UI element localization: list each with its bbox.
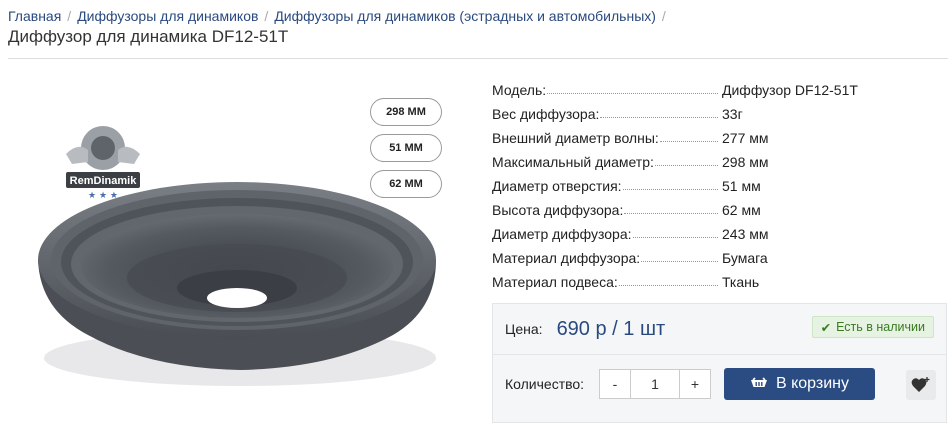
- spec-name: Максимальный диаметр:: [492, 154, 654, 170]
- quantity-increase-button[interactable]: +: [679, 370, 710, 398]
- price-value: 690 р / 1 шт: [556, 317, 666, 340]
- spec-value: 33г: [722, 106, 743, 122]
- cart-icon: [750, 377, 767, 387]
- svg-text:★ ★ ★: ★ ★ ★: [88, 191, 118, 201]
- specs-table: Модель: Диффузор DF12-51T Вес диффузора:…: [492, 78, 947, 294]
- spec-name: Диаметр диффузора:: [492, 226, 632, 242]
- breadcrumb-separator: /: [67, 8, 72, 24]
- spec-value: Бумага: [722, 250, 768, 266]
- spec-value: Диффузор DF12-51T: [722, 82, 858, 98]
- spec-value: 298 мм: [722, 154, 769, 170]
- size-badge-hole-diameter: 51 ММ: [370, 134, 442, 162]
- spec-name: Диаметр отверстия:: [492, 178, 622, 194]
- breadcrumb-separator: /: [661, 8, 666, 24]
- spec-name: Высота диффузора:: [492, 202, 624, 218]
- stock-badge: ✔ Есть в наличии: [811, 316, 934, 338]
- spec-value: 51 мм: [722, 178, 761, 194]
- breadcrumb-diffusers[interactable]: Диффузоры для динамиков: [77, 8, 258, 24]
- breadcrumb-home[interactable]: Главная: [8, 8, 61, 24]
- spec-row-outer-wave-diameter: Внешний диаметр волны: 277 мм: [492, 126, 947, 150]
- buy-box: Цена: 690 р / 1 шт ✔ Есть в наличии Коли…: [492, 303, 947, 423]
- quantity-decrease-button[interactable]: -: [600, 370, 631, 398]
- add-to-cart-button[interactable]: В корзину: [724, 368, 875, 400]
- spec-value: 62 мм: [722, 202, 761, 218]
- spec-row-max-diameter: Максимальный диаметр: 298 мм: [492, 150, 947, 174]
- spec-value: 243 мм: [722, 226, 769, 242]
- spec-name: Вес диффузора:: [492, 106, 600, 122]
- spec-row-cone-diameter: Диаметр диффузора: 243 мм: [492, 222, 947, 246]
- spec-row-model: Модель: Диффузор DF12-51T: [492, 78, 947, 102]
- price-row: Цена: 690 р / 1 шт ✔ Есть в наличии: [505, 316, 934, 342]
- spec-row-hole-diameter: Диаметр отверстия: 51 мм: [492, 174, 947, 198]
- spec-name: Материал диффузора:: [492, 250, 641, 266]
- quantity-label: Количество:: [505, 376, 585, 392]
- breadcrumb: Главная / Диффузоры для динамиков / Диффузор…: [8, 8, 672, 24]
- remdinamik-logo: RemDinamik ★ ★ ★: [58, 122, 148, 204]
- svg-text:RemDinamik: RemDinamik: [70, 175, 138, 187]
- breadcrumb-diffusers-stage-auto[interactable]: Диффузоры для динамиков (эстрадных и авт…: [274, 8, 656, 24]
- divider: [8, 58, 948, 59]
- check-icon: ✔: [820, 320, 832, 335]
- spec-row-surround-material: Материал подвеса: Ткань: [492, 270, 947, 294]
- size-badge-height: 62 ММ: [370, 170, 442, 198]
- add-to-wishlist-button[interactable]: [906, 370, 936, 400]
- spec-value: 277 мм: [722, 130, 769, 146]
- divider: [493, 354, 946, 355]
- breadcrumb-separator: /: [264, 8, 269, 24]
- stock-text: Есть в наличии: [836, 320, 925, 334]
- quantity-input[interactable]: 1: [631, 370, 679, 398]
- spec-row-cone-material: Материал диффузора: Бумага: [492, 246, 947, 270]
- add-to-cart-label: В корзину: [775, 375, 850, 392]
- page-title: Диффузор для динамика DF12-51T: [8, 27, 289, 46]
- size-badge-max-diameter: 298 ММ: [370, 98, 442, 126]
- spec-name: Внешний диаметр волны:: [492, 130, 659, 146]
- heart-plus-icon: [911, 377, 930, 392]
- spec-value: Ткань: [722, 274, 760, 290]
- price-label: Цена:: [505, 321, 543, 337]
- spec-name: Модель:: [492, 82, 547, 98]
- spec-row-weight: Вес диффузора: 33г: [492, 102, 947, 126]
- spec-name: Материал подвеса:: [492, 274, 618, 290]
- quantity-stepper: - 1 +: [599, 369, 711, 399]
- spec-row-height: Высота диффузора: 62 мм: [492, 198, 947, 222]
